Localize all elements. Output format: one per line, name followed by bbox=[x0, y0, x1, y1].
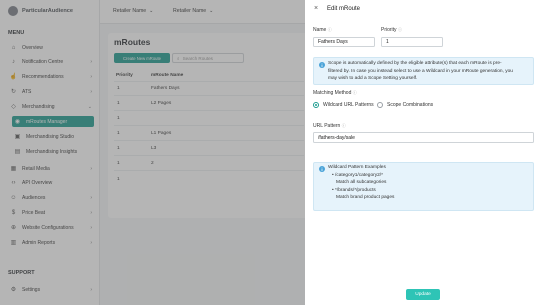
priority-label-text: Priority bbox=[381, 27, 397, 33]
priority-label: Priority ⓘ bbox=[381, 27, 402, 33]
scope-info-line: may wish to add a Scope Setting yourself… bbox=[328, 76, 418, 82]
priority-input[interactable]: 1 bbox=[381, 37, 443, 47]
modal-overlay[interactable] bbox=[0, 0, 305, 305]
radio-label: Wildcard URL Patterns bbox=[323, 102, 374, 108]
example-description: Match all subcategories bbox=[336, 180, 387, 186]
example-pattern: • /category1/category2/* bbox=[332, 172, 384, 178]
drawer-title: Edit mRoute bbox=[327, 6, 361, 12]
radio-scope-combinations[interactable]: Scope Combinations bbox=[377, 102, 433, 108]
name-input[interactable]: Fathers Days bbox=[313, 37, 375, 47]
matching-method-label-text: Matching Method bbox=[313, 90, 352, 96]
radio-unselected-icon bbox=[377, 102, 383, 108]
url-pattern-input[interactable]: /fathers-day/sale bbox=[313, 132, 534, 143]
update-button[interactable]: Update bbox=[406, 289, 440, 300]
radio-label: Scope Combinations bbox=[387, 102, 434, 108]
name-label-text: Name bbox=[313, 27, 327, 33]
scope-info-line: Scope is automatically defined by the el… bbox=[328, 61, 502, 66]
scope-info-text: Scope is automatically defined by the el… bbox=[328, 60, 513, 83]
edit-mroute-drawer: × Edit mRoute Name ⓘ Fathers Days Priori… bbox=[305, 0, 542, 305]
url-pattern-label-text: URL Pattern bbox=[313, 123, 341, 129]
url-pattern-label: URL Pattern ⓘ bbox=[313, 123, 346, 129]
example-description: Match brand product pages bbox=[336, 195, 395, 201]
info-icon: ⓘ bbox=[341, 123, 346, 128]
scope-info-box: i Scope is automatically defined by the … bbox=[313, 57, 534, 85]
matching-method-label: Matching Method ⓘ bbox=[313, 90, 357, 96]
scope-info-line: filtered by. In case you instead select … bbox=[328, 68, 513, 74]
info-icon: i bbox=[319, 62, 325, 68]
radio-selected-icon bbox=[313, 102, 319, 108]
radio-wildcard-url-patterns[interactable]: Wildcard URL Patterns bbox=[313, 102, 374, 108]
name-label: Name ⓘ bbox=[313, 27, 332, 33]
wildcard-examples-text: Wildcard Pattern Examples • /category1/c… bbox=[328, 164, 394, 202]
wildcard-examples-box: i Wildcard Pattern Examples • /category1… bbox=[313, 162, 534, 211]
info-icon: i bbox=[319, 166, 325, 172]
info-icon: ⓘ bbox=[327, 27, 332, 32]
info-icon: ⓘ bbox=[352, 90, 357, 95]
close-icon[interactable]: × bbox=[314, 5, 318, 12]
example-pattern: • */brands/*/products bbox=[332, 187, 376, 193]
examples-title: Wildcard Pattern Examples bbox=[328, 165, 386, 170]
info-icon: ⓘ bbox=[397, 27, 402, 32]
